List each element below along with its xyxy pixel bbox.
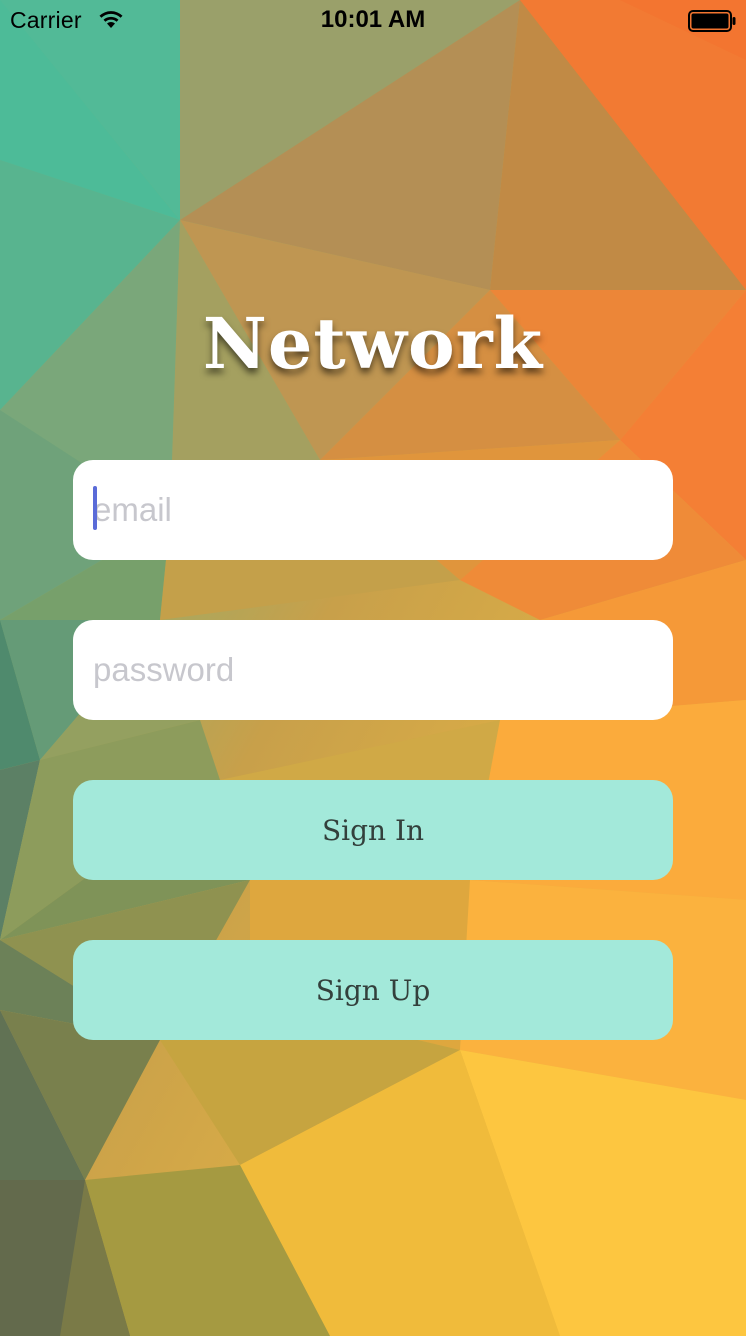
status-bar: Carrier 10:01 AM [0,0,746,40]
app-title: Network [202,302,544,385]
text-cursor [93,486,97,530]
email-field-container [73,460,673,560]
password-input[interactable] [93,620,653,720]
email-input[interactable] [93,460,653,560]
password-field-container [73,620,673,720]
sign-in-button[interactable]: Sign In [73,780,673,880]
battery-icon [688,10,736,32]
clock: 10:01 AM [320,6,426,33]
sign-up-button[interactable]: Sign Up [73,940,673,1040]
